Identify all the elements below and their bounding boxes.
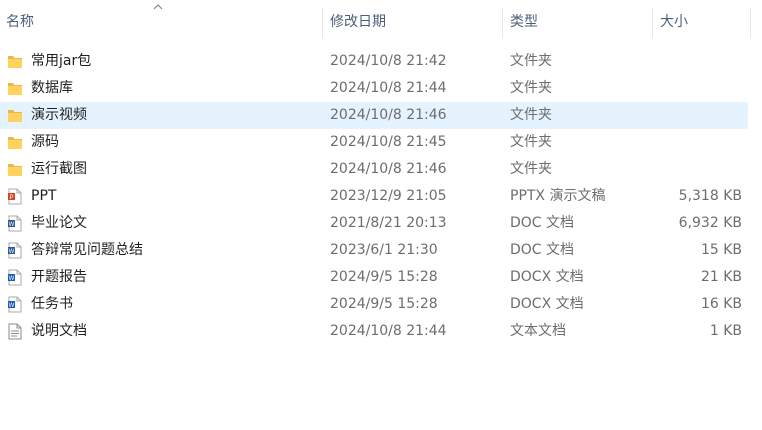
file-type: DOCX 文档 [510,269,584,285]
file-row[interactable]: 常用jar包 2024/10/8 21:42 文件夹 [0,48,748,75]
file-size: 16 KB [700,296,742,312]
column-divider[interactable] [652,8,653,38]
file-type: 文件夹 [510,134,552,150]
file-type: PPTX 演示文稿 [510,188,606,204]
column-divider[interactable] [322,8,323,38]
folder-icon [7,161,23,178]
folder-icon [7,134,23,151]
file-list: 常用jar包 2024/10/8 21:42 文件夹 数据库 2024/10/8 21:… [0,48,762,345]
file-row[interactable]: 数据库 2024/10/8 21:44 文件夹 [0,75,748,102]
file-row[interactable]: 源码 2024/10/8 21:45 文件夹 [0,129,748,156]
column-header-date[interactable]: 修改日期 [324,0,502,44]
file-modified-date: 2021/8/21 20:13 [330,215,447,231]
svg-text:W: W [9,276,15,282]
folder-icon [7,107,23,124]
file-row[interactable]: 说明文档 2024/10/8 21:44 文本文档 1 KB [0,318,748,345]
folder-icon [7,53,23,70]
file-modified-date: 2024/9/5 15:28 [330,269,438,285]
file-name: 毕业论文 [31,215,87,231]
column-header-type[interactable]: 类型 [504,0,652,44]
file-row[interactable]: 运行截图 2024/10/8 21:46 文件夹 [0,156,748,183]
svg-text:W: W [9,303,15,309]
file-name: 运行截图 [31,161,87,177]
svg-text:W: W [9,222,15,228]
docx-file-icon: W [7,269,23,286]
file-name: 源码 [31,134,59,150]
column-header-size[interactable]: 大小 [654,0,750,44]
file-type: 文件夹 [510,53,552,69]
file-size: 5,318 KB [678,188,742,204]
svg-text:P: P [9,195,13,201]
file-size: 1 KB [709,323,742,339]
column-header-name[interactable]: 名称 [0,0,322,44]
file-row[interactable]: W 答辩常见问题总结 2023/6/1 21:30 DOC 文档 15 KB [0,237,748,264]
file-modified-date: 2023/6/1 21:30 [330,242,438,258]
file-size: 15 KB [700,242,742,258]
file-modified-date: 2024/10/8 21:46 [330,161,447,177]
file-modified-date: 2024/10/8 21:46 [330,107,447,123]
file-modified-date: 2024/10/8 21:44 [330,323,447,339]
file-name: 开题报告 [31,269,87,285]
file-modified-date: 2024/10/8 21:44 [330,80,447,96]
column-divider[interactable] [750,8,751,38]
file-type: 文件夹 [510,107,552,123]
file-name: 演示视频 [31,107,87,123]
file-type: DOC 文档 [510,242,575,258]
file-row[interactable]: W 任务书 2024/9/5 15:28 DOCX 文档 16 KB [0,291,748,318]
file-name: 任务书 [31,296,73,312]
docx-file-icon: W [7,296,23,313]
column-divider[interactable] [502,8,503,38]
file-size: 21 KB [700,269,742,285]
file-modified-date: 2024/9/5 15:28 [330,296,438,312]
file-row[interactable]: 演示视频 2024/10/8 21:46 文件夹 [0,102,748,129]
file-row[interactable]: P PPT 2023/12/9 21:05 PPTX 演示文稿 5,318 KB [0,183,748,210]
file-type: DOCX 文档 [510,296,584,312]
txt-file-icon [7,323,23,340]
file-name: 答辩常见问题总结 [31,242,143,258]
file-row[interactable]: W 开题报告 2024/9/5 15:28 DOCX 文档 21 KB [0,264,748,291]
file-type: 文本文档 [510,323,566,339]
file-size: 6,932 KB [678,215,742,231]
column-header: 名称 修改日期 类型 大小 [0,0,762,44]
pptx-file-icon: P [7,188,23,205]
file-name: 数据库 [31,80,73,96]
file-name: PPT [31,188,57,204]
file-type: 文件夹 [510,80,552,96]
file-type: DOC 文档 [510,215,575,231]
file-modified-date: 2024/10/8 21:45 [330,134,447,150]
file-name: 说明文档 [31,323,87,339]
file-modified-date: 2023/12/9 21:05 [330,188,447,204]
doc-file-icon: W [7,242,23,259]
file-modified-date: 2024/10/8 21:42 [330,53,447,69]
folder-icon [7,80,23,97]
doc-file-icon: W [7,215,23,232]
svg-text:W: W [9,249,15,255]
file-name: 常用jar包 [31,53,92,69]
file-row[interactable]: W 毕业论文 2021/8/21 20:13 DOC 文档 6,932 KB [0,210,748,237]
file-type: 文件夹 [510,161,552,177]
